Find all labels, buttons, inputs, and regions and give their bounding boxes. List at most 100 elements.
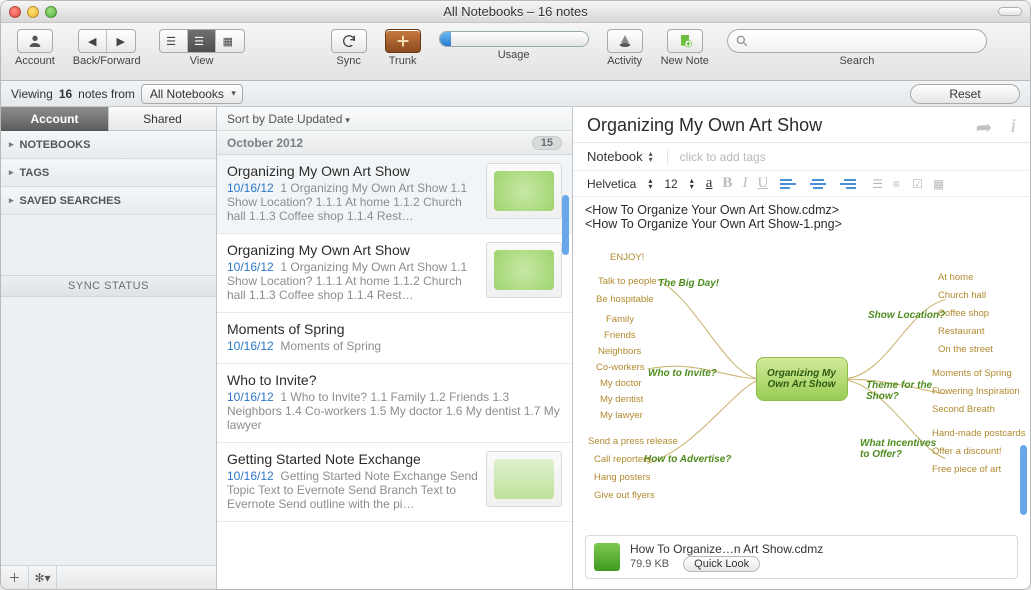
close-window-button[interactable]	[9, 6, 21, 18]
tags-input[interactable]: click to add tags	[667, 150, 766, 164]
minimize-window-button[interactable]	[27, 6, 39, 18]
activity-button[interactable]	[607, 29, 643, 53]
mindmap-leaf: My lawyer	[600, 410, 643, 421]
checkbox-button[interactable]: ☑	[912, 177, 923, 191]
view-list-button[interactable]: ☰	[160, 30, 188, 52]
mindmap-leaf: Hand-made postcards	[932, 428, 1025, 439]
trunk-tool: Trunk	[385, 29, 421, 67]
group-count-badge: 15	[532, 136, 562, 150]
info-icon[interactable]: i	[1010, 115, 1016, 140]
note-thumbnail	[486, 242, 562, 298]
mindmap-leaf: Give out flyers	[594, 490, 655, 501]
search-icon	[735, 34, 749, 48]
bullet-list-button[interactable]: ☰	[872, 177, 883, 191]
note-date: 10/16/12	[227, 469, 274, 483]
sort-label: Sort by Date Updated	[227, 112, 342, 126]
main-toolbar: Account ◀ ▶ Back/Forward ☰ ☰ ▦ View Sync	[1, 23, 1030, 81]
align-right-button[interactable]	[840, 177, 856, 191]
detail-title[interactable]: Organizing My Own Art Show	[587, 115, 1016, 136]
note-detail: Organizing My Own Art Show ➦ i Notebook …	[573, 107, 1030, 589]
backforward-tool: ◀ ▶ Back/Forward	[73, 29, 141, 67]
mindmap-branch-advert: How to Advertise?	[644, 454, 731, 465]
note-row[interactable]: Organizing My Own Art Show 10/16/12 1 Or…	[217, 155, 572, 234]
body-scrollbar[interactable]	[1020, 445, 1027, 515]
sidebar-tags-label: TAGS	[20, 167, 50, 179]
note-row[interactable]: Getting Started Note Exchange 10/16/12 G…	[217, 443, 572, 522]
view-label: View	[190, 55, 214, 67]
align-buttons	[780, 177, 860, 191]
align-left-button[interactable]	[780, 177, 796, 191]
scope-select[interactable]: All Notebooks	[141, 84, 243, 104]
sidebar: Account Shared ▸NOTEBOOKS ▸TAGS ▸SAVED S…	[1, 107, 217, 589]
reset-button[interactable]: Reset	[910, 84, 1020, 104]
attachment-file-icon	[594, 543, 620, 571]
number-list-button[interactable]: ≡	[893, 177, 900, 191]
trunk-label: Trunk	[389, 55, 417, 67]
note-date: 10/16/12	[227, 339, 274, 353]
sort-header[interactable]: Sort by Date Updated▾	[217, 107, 572, 131]
mindmap-leaf: Talk to people	[598, 276, 657, 287]
underline-button[interactable]: U	[757, 175, 768, 192]
usage-bar[interactable]	[439, 31, 589, 47]
viewing-count: 16	[59, 87, 72, 101]
activity-label: Activity	[607, 55, 642, 67]
forward-button[interactable]: ▶	[107, 30, 135, 52]
note-list: Sort by Date Updated▾ October 2012 15 Or…	[217, 107, 573, 589]
usage-fill	[440, 32, 452, 46]
sync-status-header[interactable]: SYNC STATUS	[1, 275, 216, 297]
back-forward-segment: ◀ ▶	[78, 29, 136, 53]
mindmap-branch-location: Show Location?	[868, 310, 945, 321]
view-card-button[interactable]: ▦	[216, 30, 244, 52]
mindmap-branch-bigday: The Big Day!	[658, 278, 719, 289]
font-stepper[interactable]: ▴▾	[648, 178, 652, 190]
mindmap-image: Organizing My Own Art Show The Big Day! …	[587, 239, 1016, 519]
account-button[interactable]	[17, 29, 53, 53]
size-stepper[interactable]: ▴▾	[690, 178, 694, 190]
add-button[interactable]: ＋	[1, 566, 29, 589]
trunk-button[interactable]	[385, 29, 421, 53]
mindmap-leaf: At home	[938, 272, 973, 283]
search-label: Search	[839, 55, 874, 67]
main-area: Account Shared ▸NOTEBOOKS ▸TAGS ▸SAVED S…	[1, 107, 1030, 589]
quick-look-button[interactable]: Quick Look	[683, 556, 760, 572]
settings-gear-button[interactable]: ✻▾	[29, 566, 57, 589]
italic-button[interactable]: I	[742, 175, 747, 192]
viewing-post: notes from	[78, 87, 135, 101]
search-input[interactable]	[727, 29, 987, 53]
note-snippet: 1 Who to Invite? 1.1 Family 1.2 Friends …	[227, 390, 560, 432]
note-items[interactable]: Organizing My Own Art Show 10/16/12 1 Or…	[217, 155, 572, 589]
list-scrollbar[interactable]	[562, 195, 569, 255]
align-center-button[interactable]	[810, 177, 826, 191]
window-controls	[9, 6, 57, 18]
note-body[interactable]: <How To Organize Your Own Art Show.cdmz>…	[573, 197, 1030, 535]
view-snippet-button[interactable]: ☰	[188, 30, 216, 52]
sidebar-tab-shared[interactable]: Shared	[109, 107, 216, 131]
newnote-tool: New Note	[661, 29, 709, 67]
body-line: <How To Organize Your Own Art Show.cdmz>	[585, 203, 1018, 217]
sidebar-saved-searches[interactable]: ▸SAVED SEARCHES	[1, 187, 216, 215]
note-row[interactable]: Moments of Spring 10/16/12 Moments of Sp…	[217, 313, 572, 364]
notebook-select[interactable]: Notebook ▴▾	[587, 149, 653, 164]
mindmap-center: Organizing My Own Art Show	[756, 357, 848, 401]
note-date: 10/16/12	[227, 390, 274, 404]
size-select[interactable]: 12	[664, 177, 677, 191]
share-icon[interactable]: ➦	[976, 115, 993, 140]
bold-button[interactable]: B	[722, 175, 732, 192]
zoom-window-button[interactable]	[45, 6, 57, 18]
group-label: October 2012	[227, 136, 303, 150]
sidebar-tags[interactable]: ▸TAGS	[1, 159, 216, 187]
font-select[interactable]: Helvetica	[587, 177, 636, 191]
mindmap-leaf: Free piece of art	[932, 464, 1001, 475]
sidebar-tab-account[interactable]: Account	[1, 107, 109, 131]
sync-button[interactable]	[331, 29, 367, 53]
note-row[interactable]: Organizing My Own Art Show 10/16/12 1 Or…	[217, 234, 572, 313]
mindmap-leaf: Hang posters	[594, 472, 651, 483]
back-button[interactable]: ◀	[79, 30, 107, 52]
new-note-button[interactable]	[667, 29, 703, 53]
note-row[interactable]: Who to Invite? 10/16/12 1 Who to Invite?…	[217, 364, 572, 443]
attachment-bar: How To Organize…n Art Show.cdmz 79.9 KB …	[585, 535, 1018, 579]
sidebar-notebooks[interactable]: ▸NOTEBOOKS	[1, 131, 216, 159]
font-color-button[interactable]: a	[706, 175, 713, 192]
table-button[interactable]: ▦	[933, 177, 944, 191]
toolbar-pill-button[interactable]	[998, 7, 1022, 16]
